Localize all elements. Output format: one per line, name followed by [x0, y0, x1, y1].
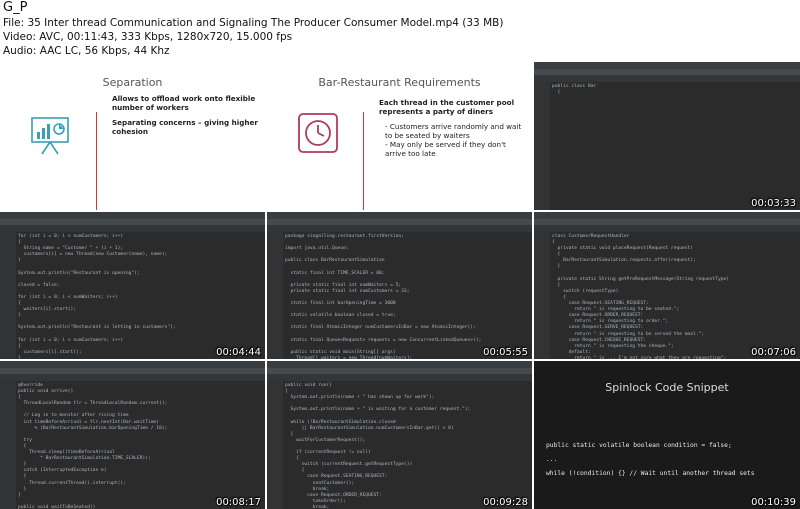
timestamp: 00:08:17: [216, 497, 261, 508]
ide-gutter: [0, 381, 16, 509]
bullet-1: Allows to offload work onto flexible num…: [112, 94, 256, 112]
ide-gutter: [534, 82, 550, 210]
code-area: @Override public void arrive(){ ThreadLoc…: [18, 383, 261, 509]
ide-tabbar: [0, 225, 265, 232]
thumbnail-ide-request-handler[interactable]: class CustomerRequestHandler{ private st…: [534, 212, 800, 359]
header-audio-line: Audio: AAC LC, 56 Kbps, 44 Khz: [3, 45, 170, 57]
ide-titlebar: [534, 62, 800, 69]
thumbnail-separation-slide[interactable]: Separation Allows to offload work onto f…: [0, 62, 265, 210]
ide-titlebar: [534, 212, 800, 219]
bullet-2: Separating concerns – giving higher cohe…: [112, 118, 258, 136]
thumbnail-ide-main[interactable]: for (int i = 0; i < numCustomers; i++){ …: [0, 212, 265, 359]
header-file-line: File: 35 Inter thread Communication and …: [3, 17, 504, 29]
ide-titlebar: [0, 212, 265, 219]
code-area: class CustomerRequestHandler{ private st…: [552, 234, 796, 359]
thumbnail-ide-waiter[interactable]: public void run(){ System.out.println(na…: [267, 361, 532, 509]
ide-tabbar: [534, 75, 800, 82]
timestamp: 00:05:55: [483, 347, 528, 358]
timestamp: 00:04:44: [216, 347, 261, 358]
code-area: for (int i = 0; i < numCustomers; i++){ …: [18, 234, 261, 359]
timestamp: 00:09:28: [483, 497, 528, 508]
chart-board-icon: [31, 117, 69, 155]
thumbnail-ide-simulation[interactable]: package singalling.restaurant.firstVersi…: [267, 212, 532, 359]
snippet-line-3: while (!condition) {} // Wait until anot…: [546, 470, 755, 477]
bullet-1: Each thread in the customer pool represe…: [379, 98, 515, 116]
ide-tabbar: [0, 374, 265, 381]
header-title: G_P: [3, 0, 28, 15]
sub-bullet-1: - Customers arrive randomly and wait to …: [385, 122, 522, 140]
ide-titlebar: [267, 361, 532, 368]
ide-gutter: [534, 232, 550, 359]
timestamp: 00:07:06: [751, 347, 796, 358]
divider-line: [363, 112, 364, 210]
code-snippet: public static volatile boolean condition…: [546, 439, 755, 481]
ide-titlebar: [267, 212, 532, 219]
thumbnail-ide-bar[interactable]: public class Bar { 00:03:33: [534, 62, 800, 210]
header-video-line: Video: AVC, 00:11:43, 333 Kbps, 1280x720…: [3, 31, 293, 43]
file-info-header: G_P File: 35 Inter thread Communication …: [0, 0, 800, 62]
thumbnail-ide-customer[interactable]: @Override public void arrive(){ ThreadLoc…: [0, 361, 265, 509]
code-area: package singalling.restaurant.firstVersi…: [285, 234, 528, 359]
slide-title: Separation: [102, 76, 163, 89]
ide-titlebar: [0, 361, 265, 368]
divider-line: [96, 112, 97, 210]
ide-tabbar: [267, 225, 532, 232]
ide-tabbar: [267, 374, 532, 381]
timestamp: 00:10:39: [751, 497, 796, 508]
thumbnail-requirements-slide[interactable]: Bar-Restaurant Requirements Each thread …: [267, 62, 532, 210]
ide-gutter: [0, 232, 16, 359]
snippet-line-1: public static volatile boolean condition…: [546, 442, 732, 449]
timestamp: 00:03:33: [751, 198, 796, 209]
thumbnail-spinlock-slide[interactable]: Spinlock Code Snippet public static vola…: [534, 361, 800, 509]
slide-bullets: Allows to offload work onto flexible num…: [112, 94, 262, 142]
sub-bullet-2: - May only be served if they don't arriv…: [385, 140, 506, 158]
slide-bullets: Each thread in the customer pool represe…: [379, 98, 529, 164]
slide-title: Bar-Restaurant Requirements: [318, 76, 481, 89]
code-area: public class Bar {: [552, 84, 796, 127]
code-area: public void run(){ System.out.println(na…: [285, 383, 528, 509]
slide-title: Spinlock Code Snippet: [605, 381, 729, 394]
snippet-line-2: ...: [546, 456, 558, 463]
clock-icon: [298, 113, 338, 153]
ide-tabbar: [534, 225, 800, 232]
ide-gutter: [267, 381, 283, 509]
ide-gutter: [267, 232, 283, 359]
